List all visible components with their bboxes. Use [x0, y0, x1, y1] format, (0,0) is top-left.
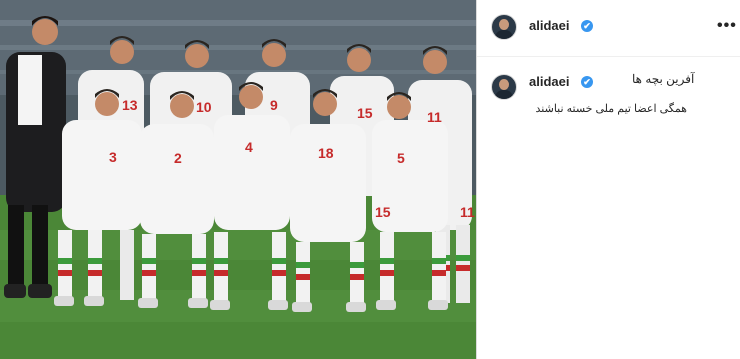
jersey-number: 15 — [375, 204, 391, 220]
jersey-number: 2 — [174, 150, 182, 166]
team-photo-illustration: 13 10 9 15 11 3 2 4 18 5 15 11 — [0, 0, 476, 359]
caption-line-2: همگی اعضا تیم ملی خسته نباشند — [535, 103, 687, 115]
jersey-number: 11 — [460, 204, 475, 220]
avatar[interactable] — [491, 14, 517, 40]
jersey-number: 5 — [397, 150, 405, 166]
instagram-post: 13 10 9 15 11 3 2 4 18 5 15 11 alidaei ✔ — [0, 0, 740, 359]
caption-line-1: آفرین بچه ها — [632, 72, 695, 86]
jersey-number: 10 — [196, 99, 212, 115]
jersey-number: 3 — [109, 149, 117, 165]
post-header: alidaei ✔ ••• — [477, 0, 740, 57]
jersey-number: 13 — [122, 97, 138, 113]
caption-username-link[interactable]: alidaei — [529, 74, 569, 89]
jersey-number: 15 — [357, 105, 373, 121]
caption-verified-badge-icon: ✔ — [581, 76, 593, 88]
jersey-number: 9 — [270, 97, 278, 113]
jersey-number: 18 — [318, 145, 334, 161]
post-photo[interactable]: 13 10 9 15 11 3 2 4 18 5 15 11 — [0, 0, 476, 359]
jersey-number: 11 — [427, 109, 442, 125]
username-link[interactable]: alidaei — [529, 18, 569, 33]
verified-badge-icon: ✔ — [581, 20, 593, 32]
post-side-panel: alidaei ✔ ••• alidaei ✔ آفرین بچه ها همگ… — [476, 0, 740, 359]
jersey-number: 4 — [245, 139, 253, 155]
comment-avatar[interactable] — [491, 74, 517, 100]
more-options-icon[interactable]: ••• — [717, 17, 737, 35]
